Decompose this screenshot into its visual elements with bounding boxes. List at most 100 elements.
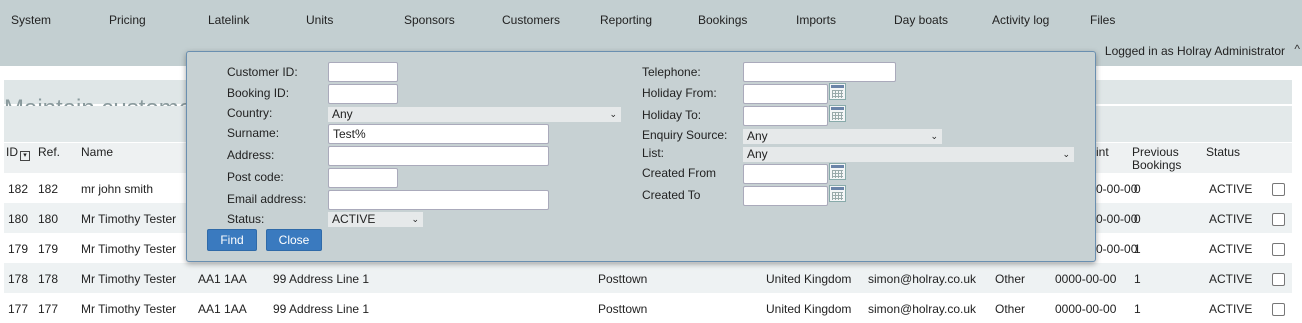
calendar-icon[interactable]: [829, 185, 846, 202]
nav-day-boats[interactable]: Day boats: [894, 13, 948, 27]
telephone-label: Telephone:: [642, 65, 701, 79]
cell-email[interactable]: simon@holray.co.uk: [868, 302, 976, 316]
find-button[interactable]: Find: [207, 229, 257, 251]
email-label: Email address:: [227, 192, 307, 206]
cell-ref: 182: [38, 182, 59, 196]
cell-email[interactable]: simon@holray.co.uk: [868, 272, 976, 286]
cell-address: 99 Address Line 1: [273, 302, 370, 316]
sort-icon[interactable]: ▾: [20, 151, 30, 161]
country-label: Country:: [227, 106, 273, 120]
customer-id-input[interactable]: [328, 62, 398, 82]
customer-search-dialog: Customer ID: Booking ID: Country: Any ⌄ S…: [186, 51, 1096, 262]
nav-pricing[interactable]: Pricing: [109, 13, 146, 27]
cell-previous: 1: [1134, 302, 1141, 316]
country-select[interactable]: Any ⌄: [328, 107, 621, 122]
cell-source: Other: [995, 302, 1026, 316]
calendar-icon[interactable]: [829, 105, 846, 122]
nav-imports[interactable]: Imports: [796, 13, 836, 27]
created-from-input[interactable]: [743, 164, 828, 184]
chevron-down-icon: ⌄: [609, 109, 617, 119]
cell-id: 179: [8, 242, 29, 256]
status-select[interactable]: ACTIVE ⌄: [328, 212, 423, 227]
chevron-down-icon: ⌄: [411, 214, 419, 224]
list-label: List:: [642, 146, 665, 160]
nav-bookings[interactable]: Bookings: [698, 13, 747, 27]
telephone-input[interactable]: [743, 62, 896, 82]
cell-id: 182: [8, 182, 29, 196]
cell-date: 0-00-00: [1096, 212, 1138, 226]
row-checkbox[interactable]: [1272, 303, 1285, 316]
nav-system[interactable]: System: [11, 13, 51, 27]
close-button[interactable]: Close: [266, 229, 322, 251]
header-previous-bookings[interactable]: Previous Bookings: [1132, 146, 1202, 172]
cell-name[interactable]: Mr Timothy Tester: [81, 212, 176, 226]
holiday-from-input[interactable]: [743, 84, 828, 104]
nav-activity-log[interactable]: Activity log: [992, 13, 1049, 27]
calendar-icon[interactable]: [829, 163, 846, 180]
holiday-to-input[interactable]: [743, 106, 828, 126]
cell-town: Posttown: [598, 272, 648, 286]
cell-ref: 177: [38, 302, 59, 316]
cell-previous: 1: [1134, 242, 1141, 256]
nav-customers[interactable]: Customers: [502, 13, 560, 27]
cell-date: 0-00-00: [1096, 242, 1138, 256]
cell-country: United Kingdom: [766, 302, 852, 316]
cell-id: 177: [8, 302, 29, 316]
cell-source: Other: [995, 272, 1026, 286]
row-checkbox[interactable]: [1272, 213, 1285, 226]
cell-name[interactable]: Mr Timothy Tester: [81, 272, 176, 286]
row-checkbox[interactable]: [1272, 183, 1285, 196]
email-input[interactable]: [328, 190, 549, 210]
chevron-down-icon: ⌄: [1062, 149, 1070, 159]
calendar-icon[interactable]: [829, 83, 846, 100]
cell-name[interactable]: mr john smith: [81, 182, 153, 196]
cell-ref: 178: [38, 272, 59, 286]
surname-label: Surname:: [227, 126, 280, 140]
scroll-up-icon[interactable]: ^: [1294, 42, 1300, 56]
cell-date: 0000-00-00: [1055, 272, 1117, 286]
cell-date: 0-00-00: [1096, 182, 1138, 196]
header-status[interactable]: Status: [1206, 146, 1240, 159]
cell-name[interactable]: Mr Timothy Tester: [81, 242, 176, 256]
cell-previous: 0: [1134, 212, 1141, 226]
header-ref[interactable]: Ref.: [38, 146, 60, 159]
address-input[interactable]: [328, 146, 549, 166]
postcode-label: Post code:: [227, 170, 284, 184]
surname-input[interactable]: [328, 124, 549, 144]
address-label: Address:: [227, 148, 275, 162]
row-checkbox[interactable]: [1272, 273, 1285, 286]
holiday-from-label: Holiday From:: [642, 86, 717, 100]
nav-units[interactable]: Units: [306, 13, 333, 27]
cell-status: ACTIVE: [1209, 272, 1253, 286]
header-created[interactable]: int: [1096, 146, 1109, 159]
booking-id-input[interactable]: [328, 84, 398, 104]
cell-previous: 1: [1134, 272, 1141, 286]
header-name[interactable]: Name: [81, 146, 113, 159]
cell-status: ACTIVE: [1209, 212, 1253, 226]
cell-id: 180: [8, 212, 29, 226]
table-row[interactable]: 177 177 Mr Timothy Tester AA1 1AA 99 Add…: [4, 293, 1292, 323]
enquiry-source-label: Enquiry Source:: [642, 128, 728, 142]
created-from-label: Created From: [642, 166, 717, 180]
cell-previous: 0: [1134, 182, 1141, 196]
created-to-label: Created To: [642, 188, 701, 202]
booking-id-label: Booking ID:: [227, 86, 290, 100]
cell-name[interactable]: Mr Timothy Tester: [81, 302, 176, 316]
cell-country: United Kingdom: [766, 272, 852, 286]
row-checkbox[interactable]: [1272, 243, 1285, 256]
postcode-input[interactable]: [328, 168, 398, 188]
cell-ref: 179: [38, 242, 59, 256]
list-select[interactable]: Any ⌄: [743, 147, 1074, 162]
cell-postcode: AA1 1AA: [198, 272, 247, 286]
header-id[interactable]: ID ▾: [6, 146, 30, 161]
cell-town: Posttown: [598, 302, 648, 316]
table-row[interactable]: 178 178 Mr Timothy Tester AA1 1AA 99 Add…: [4, 263, 1292, 293]
cell-status: ACTIVE: [1209, 302, 1253, 316]
nav-latelink[interactable]: Latelink: [208, 13, 249, 27]
cell-status: ACTIVE: [1209, 182, 1253, 196]
nav-reporting[interactable]: Reporting: [600, 13, 652, 27]
enquiry-source-select[interactable]: Any ⌄: [743, 129, 942, 144]
created-to-input[interactable]: [743, 186, 828, 206]
nav-sponsors[interactable]: Sponsors: [404, 13, 455, 27]
nav-files[interactable]: Files: [1090, 13, 1115, 27]
